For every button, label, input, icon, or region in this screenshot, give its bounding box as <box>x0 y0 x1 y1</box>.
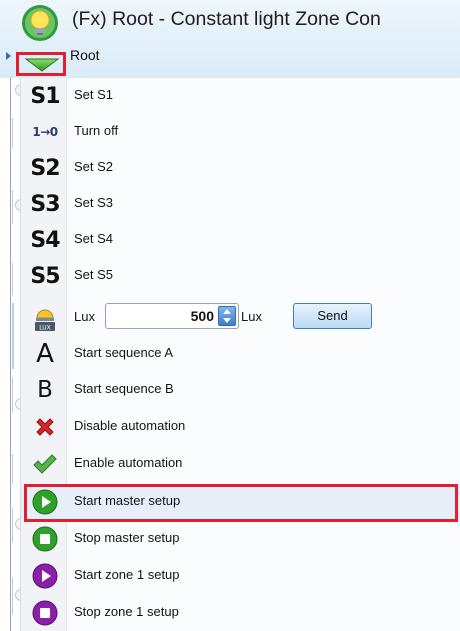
menu-item-set-s1[interactable]: S1 Set S1 <box>21 78 460 114</box>
spinner-up-icon[interactable] <box>223 309 231 314</box>
collapse-highlight-box <box>16 52 66 76</box>
menu-item-start-sequence-b[interactable]: B Start sequence B <box>21 372 460 408</box>
light-bulb-icon <box>22 5 58 41</box>
checkmark-icon <box>26 447 64 481</box>
menu-item-label: Set S5 <box>74 267 114 282</box>
lux-icon-text: LUX <box>39 325 51 332</box>
s2-icon: S2 <box>30 155 60 181</box>
current-row-pointer <box>6 52 11 60</box>
menu-item-start-sequence-a[interactable]: A Start sequence A <box>21 336 460 372</box>
lux-unit-label: Lux <box>241 309 262 324</box>
lux-sensor-icon: LUX <box>26 301 64 335</box>
menu-item-set-s4[interactable]: S4 Set S4 <box>21 222 460 258</box>
s5-icon: S5 <box>30 263 60 289</box>
tree-gutter <box>0 78 27 631</box>
green-stop-icon <box>26 522 64 556</box>
menu-item-stop-zone-1-setup[interactable]: Stop zone 1 setup <box>21 595 460 631</box>
menu-item-label: Start sequence A <box>74 345 174 360</box>
menu-item-label: Enable automation <box>74 455 183 470</box>
menu-item-enable-automation[interactable]: Enable automation <box>21 446 460 482</box>
menu-item-disable-automation[interactable]: Disable automation <box>21 409 460 445</box>
s3-icon: S3 <box>30 191 60 217</box>
menu-item-label: Set S1 <box>74 87 114 102</box>
breadcrumb-root[interactable]: Root <box>70 47 100 63</box>
menu-item-label: Start sequence B <box>74 381 174 396</box>
send-button[interactable]: Send <box>293 303 372 329</box>
s1-icon: S1 <box>30 83 60 109</box>
s4-icon: S4 <box>30 227 60 253</box>
menu-item-label: Stop zone 1 setup <box>74 604 179 619</box>
menu-item-set-s5[interactable]: S5 Set S5 <box>21 258 460 294</box>
menu-item-stop-master-setup[interactable]: Stop master setup <box>21 521 460 557</box>
letter-a-icon: A <box>36 339 54 369</box>
lux-spinner[interactable] <box>218 306 236 326</box>
red-x-icon <box>26 410 64 444</box>
window-title: (Fx) Root - Constant light Zone Con <box>72 8 381 30</box>
header: (Fx) Root - Constant light Zone Con Root <box>0 0 460 78</box>
menu-item-label: Set S3 <box>74 195 114 210</box>
menu-item-start-zone-1-setup[interactable]: Start zone 1 setup <box>21 558 460 594</box>
menu-item-label: Set S4 <box>74 231 114 246</box>
menu-item-label: Lux <box>74 309 95 324</box>
lux-value: 500 <box>190 308 214 324</box>
menu-item-label: Disable automation <box>74 418 186 433</box>
purple-stop-icon <box>26 596 64 630</box>
menu-item-label: Start zone 1 setup <box>74 567 180 582</box>
menu-item-set-s3[interactable]: S3 Set S3 <box>21 186 460 222</box>
lux-value-input[interactable]: 500 <box>105 303 239 329</box>
menu-item-label: Set S2 <box>74 159 114 174</box>
turn-off-icon: 1→0 <box>32 125 58 139</box>
menu-item-turn-off[interactable]: 1→0 Turn off <box>21 114 460 150</box>
letter-b-icon: B <box>37 377 53 403</box>
tree-line <box>10 78 11 631</box>
menu-item-label: Turn off <box>74 123 119 138</box>
context-menu: S1 Set S1 1→0 Turn off S2 Set S2 S3 Set … <box>20 78 460 631</box>
menu-item-set-s2[interactable]: S2 Set S2 <box>21 150 460 186</box>
menu-item-label: Stop master setup <box>74 530 180 545</box>
spinner-down-icon[interactable] <box>223 318 231 323</box>
highlight-box <box>24 484 458 522</box>
purple-play-icon <box>26 559 64 593</box>
